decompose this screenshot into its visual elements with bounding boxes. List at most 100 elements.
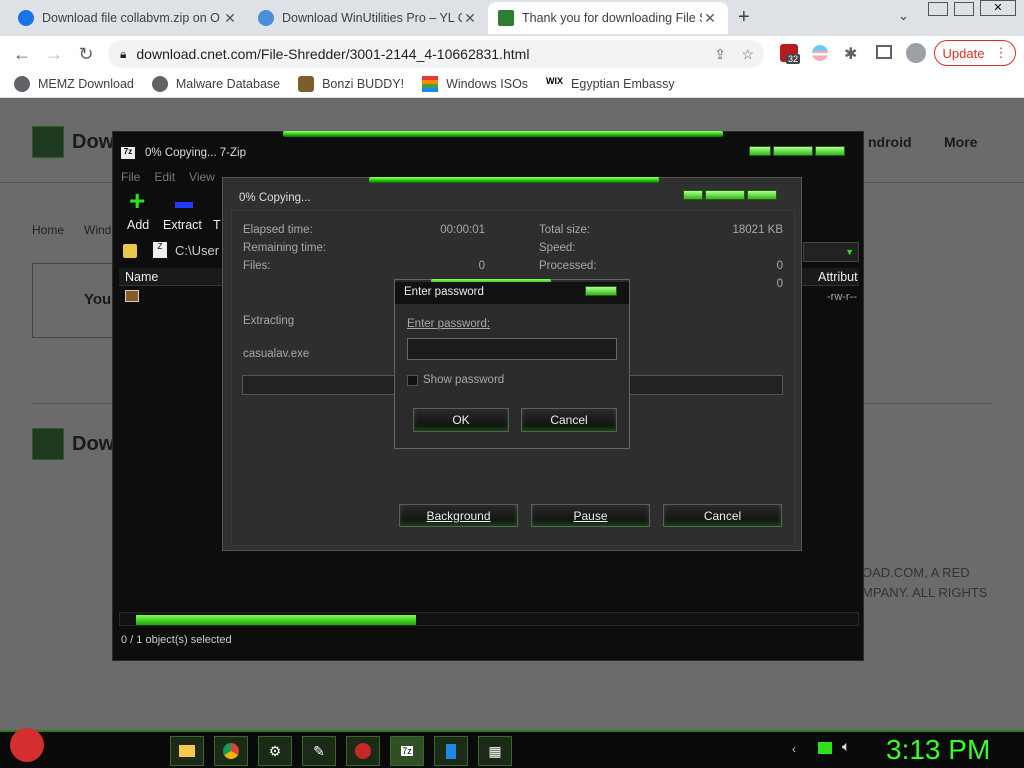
globe-icon <box>151 75 168 92</box>
bonzi-icon <box>298 75 315 92</box>
extensions-puzzle-icon[interactable]: ✱ <box>844 44 857 64</box>
show-password-label[interactable]: Show password <box>423 374 504 386</box>
test-button-label[interactable]: T <box>213 218 221 232</box>
windows-logo-icon <box>422 75 439 92</box>
tab-title: Download WinUtilities Pro – YL C <box>282 11 462 25</box>
close-tab-icon[interactable]: ✕ <box>222 10 238 27</box>
tab-collabvm[interactable]: Download file collabvm.zip on O ✕ <box>8 2 248 34</box>
title-glow-bar <box>283 131 723 137</box>
path-dropdown[interactable]: ▼ <box>803 242 859 262</box>
chrome-icon[interactable] <box>214 736 248 766</box>
ok-button[interactable]: OK <box>413 408 509 432</box>
bookmark-malware-db[interactable]: Malware Database <box>151 75 280 92</box>
breadcrumb-next[interactable]: Wind <box>84 223 111 237</box>
archive-path-icon: Z <box>153 242 167 258</box>
update-button[interactable]: Update ⋮ <box>934 40 1016 66</box>
bookmark-egyptian-embassy[interactable]: WIX Egyptian Embassy <box>546 76 675 92</box>
enter-password-dialog: Enter password Enter password: Show pass… <box>394 279 630 449</box>
gear-favicon-icon <box>258 10 274 26</box>
paint-icon[interactable]: ✎ <box>302 736 336 766</box>
total-size-value: 18021 KB <box>732 224 783 236</box>
menu-view[interactable]: View <box>189 170 215 184</box>
tab-winutilities[interactable]: Download WinUtilities Pro – YL C ✕ <box>248 2 488 34</box>
close-tab-icon[interactable]: ✕ <box>702 10 718 27</box>
tab-thank-you[interactable]: Thank you for downloading File S ✕ <box>488 2 728 34</box>
maximize-button[interactable] <box>954 2 974 16</box>
add-button-label[interactable]: Add <box>127 218 149 232</box>
scrollbar-thumb[interactable] <box>136 615 416 625</box>
back-arrow-icon[interactable]: ← <box>8 40 36 68</box>
control-panel-icon[interactable]: ▦ <box>478 736 512 766</box>
processed-value: 0 <box>776 260 783 272</box>
volume-icon[interactable]: 🔈︎ <box>842 738 850 755</box>
close-window-button[interactable]: ✕ <box>980 0 1016 16</box>
forward-arrow-icon[interactable]: → <box>40 40 68 68</box>
bookmark-memz[interactable]: MEMZ Download <box>14 75 134 92</box>
pause-button[interactable]: Pause <box>531 504 650 527</box>
side-panel-icon[interactable] <box>876 45 892 59</box>
add-plus-icon[interactable]: + <box>129 187 149 215</box>
close-button[interactable] <box>585 286 617 296</box>
cancel-button[interactable]: Cancel <box>663 504 782 527</box>
column-attributes[interactable]: Attribut <box>818 270 858 284</box>
devcpp-icon[interactable] <box>346 736 380 766</box>
close-button[interactable] <box>815 146 845 156</box>
maximize-button[interactable] <box>773 146 813 156</box>
share-icon[interactable]: ⇪ <box>714 46 726 63</box>
menu-edit[interactable]: Edit <box>154 170 175 184</box>
new-tab-button[interactable]: + <box>738 6 750 29</box>
settings-gear-icon[interactable]: ⚙ <box>258 736 292 766</box>
tab-title: Thank you for downloading File S <box>522 11 702 25</box>
extract-minus-icon[interactable] <box>175 202 193 208</box>
star-icon[interactable]: ☆ <box>741 46 754 63</box>
wix-icon: WIX <box>546 75 564 86</box>
nav-more[interactable]: More <box>944 134 977 150</box>
password-input[interactable] <box>407 338 617 360</box>
path-field[interactable]: C:\User <box>175 243 219 258</box>
reload-icon[interactable]: ↻ <box>72 40 100 68</box>
notepad-icon[interactable] <box>434 736 468 766</box>
password-label: Enter password: <box>407 318 491 330</box>
window-controls <box>683 190 777 200</box>
files-value: 0 <box>478 260 485 272</box>
cnet-favicon-icon <box>498 10 514 26</box>
close-button[interactable] <box>747 190 777 200</box>
minimize-button[interactable] <box>928 2 948 16</box>
taskbar-clock[interactable]: 3:13 PM <box>886 734 990 766</box>
extract-button-label[interactable]: Extract <box>163 218 202 232</box>
profile-avatar-icon[interactable] <box>906 43 926 63</box>
exe-file-icon[interactable] <box>125 290 139 302</box>
processed-label: Processed: <box>539 260 597 272</box>
column-name[interactable]: Name <box>125 270 158 284</box>
tab-search-chevron-icon[interactable]: ⌄ <box>898 8 909 24</box>
bookmark-windows-isos[interactable]: Windows ISOs <box>422 75 529 92</box>
horizontal-scrollbar[interactable] <box>119 612 859 626</box>
breadcrumb-home[interactable]: Home <box>32 223 64 237</box>
lock-icon[interactable]: 🔒︎ <box>120 47 126 62</box>
address-bar[interactable]: 🔒︎ download.cnet.com/File-Shredder/3001-… <box>108 40 764 68</box>
sevenzip-logo-icon: 7z <box>121 147 135 159</box>
minimize-button[interactable] <box>749 146 771 156</box>
globe-icon <box>14 75 30 92</box>
logo-text: Dow <box>72 433 115 455</box>
minimize-button[interactable] <box>683 190 703 200</box>
network-icon[interactable] <box>818 742 832 754</box>
folder-up-icon[interactable] <box>123 244 137 258</box>
files-label: Files: <box>243 260 271 272</box>
file-explorer-icon[interactable] <box>170 736 204 766</box>
bookmark-label: Windows ISOs <box>446 76 529 91</box>
sevenzip-taskbar-icon[interactable]: 7z <box>390 736 424 766</box>
menu-bar: File Edit View <box>121 170 215 184</box>
footer-line-2: MPANY. ALL RIGHTS <box>862 585 988 600</box>
flag-extension-icon[interactable] <box>812 45 828 61</box>
show-password-checkbox[interactable] <box>407 375 418 386</box>
cancel-button[interactable]: Cancel <box>521 408 617 432</box>
background-button[interactable]: Background <box>399 504 518 527</box>
angry-bird-start-icon[interactable] <box>10 728 44 762</box>
tray-chevron-icon[interactable]: ‹ <box>792 742 796 756</box>
nav-android[interactable]: ndroid <box>868 134 912 150</box>
close-tab-icon[interactable]: ✕ <box>462 10 478 27</box>
bookmark-bonzi[interactable]: Bonzi BUDDY! <box>298 75 404 92</box>
maximize-button[interactable] <box>705 190 745 200</box>
menu-file[interactable]: File <box>121 170 140 184</box>
